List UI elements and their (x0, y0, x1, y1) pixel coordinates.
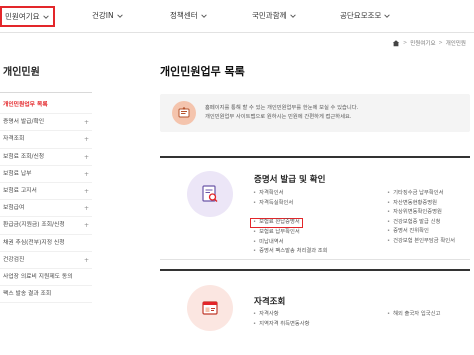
sidebar-item[interactable]: 증명서 발급/확인 + (0, 114, 92, 132)
sidebar-item-label: 개인민원업무 목록 (3, 102, 48, 108)
document-icon (172, 101, 196, 125)
link-item[interactable]: 미납내역서 (253, 238, 328, 248)
sidebar-item-label: 건강검진 (3, 256, 25, 263)
chevron-down-icon (42, 13, 50, 21)
link-item[interactable]: 자격득실확인서 (253, 199, 328, 209)
sidebar-item[interactable]: 보험료 조회/신청 + (0, 149, 92, 166)
link-item[interactable]: 자격사항 (253, 310, 310, 320)
plus-icon: + (83, 222, 89, 230)
link-item[interactable]: 자상위변동확인증명원 (387, 208, 455, 218)
sidebar-item-label: 채권 추심(전부)지정 신청 (3, 239, 65, 246)
plus-icon: + (83, 170, 89, 178)
link-list: 기타징수금 납부확인서자산변동현황증명원자상위변동확인증명원건강보험증 발급 신… (387, 189, 455, 247)
sidebar-item[interactable]: 자격조회 + (0, 131, 92, 149)
divider (0, 92, 92, 93)
certificate-search-icon (187, 171, 233, 217)
nav-item-label: 공단요모조모 (340, 11, 382, 20)
link-item[interactable]: 증명서 진위확인 (387, 227, 455, 237)
chevron-down-icon (383, 12, 391, 20)
sidebar-item-label: 자격조회 (3, 136, 25, 143)
link-item[interactable]: 건강보험 본인부담금 확인서 (387, 237, 455, 247)
nav-item-label: 민원여기요 (5, 12, 40, 21)
section-title: 자격조회 (254, 297, 286, 307)
plus-icon: + (83, 205, 89, 213)
link-item[interactable]: 보험료 완납증명서 (250, 218, 303, 229)
link-item[interactable]: 증명서 팩스발송 처리결과 조회 (253, 247, 327, 257)
breadcrumb: > 민원여기요 > 개인민원 (392, 39, 466, 47)
plus-icon: + (83, 153, 89, 161)
sidebar-menu: 개인민원업무 목록 증명서 발급/확인 + 자격조회 + 보험료 조회/신청 + 보험료 납부… (0, 97, 92, 304)
link-list: 자격사항지역자격 취득변동사항 (253, 310, 310, 330)
sidebar-item-label: 환급금(지원금) 조회/신청 (3, 222, 65, 229)
plus-icon: + (83, 136, 89, 144)
sidebar: 개인민원 개인민원업무 목록 증명서 발급/확인 + 자격조회 + 보험료 조회/신청 + 보… (0, 33, 92, 355)
sidebar-item-label: 보험료 조회/신청 (3, 153, 45, 160)
nav-item-label: 건강IN (92, 11, 114, 20)
sidebar-item[interactable]: 건강검진 + (0, 252, 92, 269)
link-item[interactable]: 해외 출국자 입국신고 (387, 310, 440, 320)
section-eligibility: 자격조회 자격사항지역자격 취득변동사항 해외 출국자 입국신고 (160, 269, 470, 355)
plus-icon: + (83, 119, 89, 127)
nav-item-minwon[interactable]: 민원여기요 (0, 6, 55, 27)
sidebar-item[interactable]: 팩스 발송 결과 조회 (0, 286, 92, 304)
top-navigation: 민원여기요 건강IN 정책센터 국민과함께 공단요모조모 (0, 0, 474, 33)
chevron-down-icon (289, 12, 297, 20)
link-list: 해외 출국자 입국신고 (387, 310, 440, 320)
nav-item-health-in[interactable]: 건강IN (92, 7, 124, 25)
chevron-down-icon (200, 12, 208, 20)
sidebar-item-label: 보험료 납부 (3, 170, 32, 177)
sidebar-item-label: 증명서 발급/확인 (3, 119, 45, 126)
sidebar-item[interactable]: 보험료 고지서 + (0, 183, 92, 201)
sidebar-item[interactable]: 보험료 납부 + (0, 166, 92, 183)
nav-item-with-people[interactable]: 국민과함께 (252, 7, 297, 25)
section-certificates: 증명서 발급 및 확인 자격확인서자격득실확인서보험료 완납증명서보험료 납부확… (160, 156, 470, 260)
link-item[interactable]: 보험료 납부확인서 (253, 228, 328, 238)
sidebar-title: 개인민원 (3, 67, 40, 78)
home-icon[interactable] (392, 39, 400, 47)
breadcrumb-item[interactable]: 민원여기요 (410, 39, 435, 47)
nav-item-policy-center[interactable]: 정책센터 (170, 7, 208, 25)
chevron-down-icon (116, 12, 124, 20)
link-item[interactable]: 자산변동현황증명원 (387, 199, 455, 209)
nav-item-about[interactable]: 공단요모조모 (340, 7, 391, 25)
breadcrumb-item[interactable]: 개인민원 (446, 39, 466, 47)
sidebar-item-label: 사업장 의료비 지원제도 동의 (3, 273, 73, 280)
sidebar-item-label: 보험료 고지서 (3, 187, 37, 194)
nav-item-label: 국민과함께 (252, 11, 287, 20)
sidebar-item[interactable]: 환급금(지원금) 조회/신청 + (0, 217, 92, 235)
notice-box: 홈페이지를 통해 할 수 있는 개인민원업무를 한눈에 보실 수 있습니다. 개… (160, 94, 470, 132)
link-item[interactable]: 자격확인서 (253, 189, 328, 199)
section-title: 증명서 발급 및 확인 (254, 175, 326, 185)
notice-line: 홈페이지를 통해 할 수 있는 개인민원업무를 한눈에 보실 수 있습니다. (205, 105, 359, 111)
link-item[interactable]: 건강보험증 발급 신청 (387, 218, 455, 228)
plus-icon: + (83, 256, 89, 264)
notice-line: 개인민원업무 사이트맵으로 원하시는 민원에 간편하게 접근하세요. (205, 114, 352, 120)
sidebar-item[interactable]: 채권 추심(전부)지정 신청 (0, 235, 92, 252)
page-title: 개인민원업무 목록 (160, 65, 245, 78)
nav-item-label: 정책센터 (170, 11, 198, 20)
link-item[interactable]: 지역자격 취득변동사항 (253, 320, 309, 330)
sidebar-item[interactable]: 개인민원업무 목록 (0, 97, 92, 115)
sidebar-item[interactable]: 사업장 의료비 지원제도 동의 (0, 269, 92, 287)
link-list: 자격확인서자격득실확인서보험료 완납증명서보험료 납부확인서미납내역서증명서 팩… (250, 189, 328, 257)
id-card-icon (187, 285, 233, 331)
sidebar-item-label: 보험급여 (3, 205, 25, 212)
sidebar-item-label: 팩스 발송 결과 조회 (3, 291, 52, 298)
plus-icon: + (83, 187, 89, 195)
notice-text: 홈페이지를 통해 할 수 있는 개인민원업무를 한눈에 보실 수 있습니다. 개… (205, 104, 358, 122)
sidebar-item[interactable]: 보험급여 + (0, 200, 92, 218)
link-item[interactable]: 기타징수금 납부확인서 (387, 189, 455, 199)
